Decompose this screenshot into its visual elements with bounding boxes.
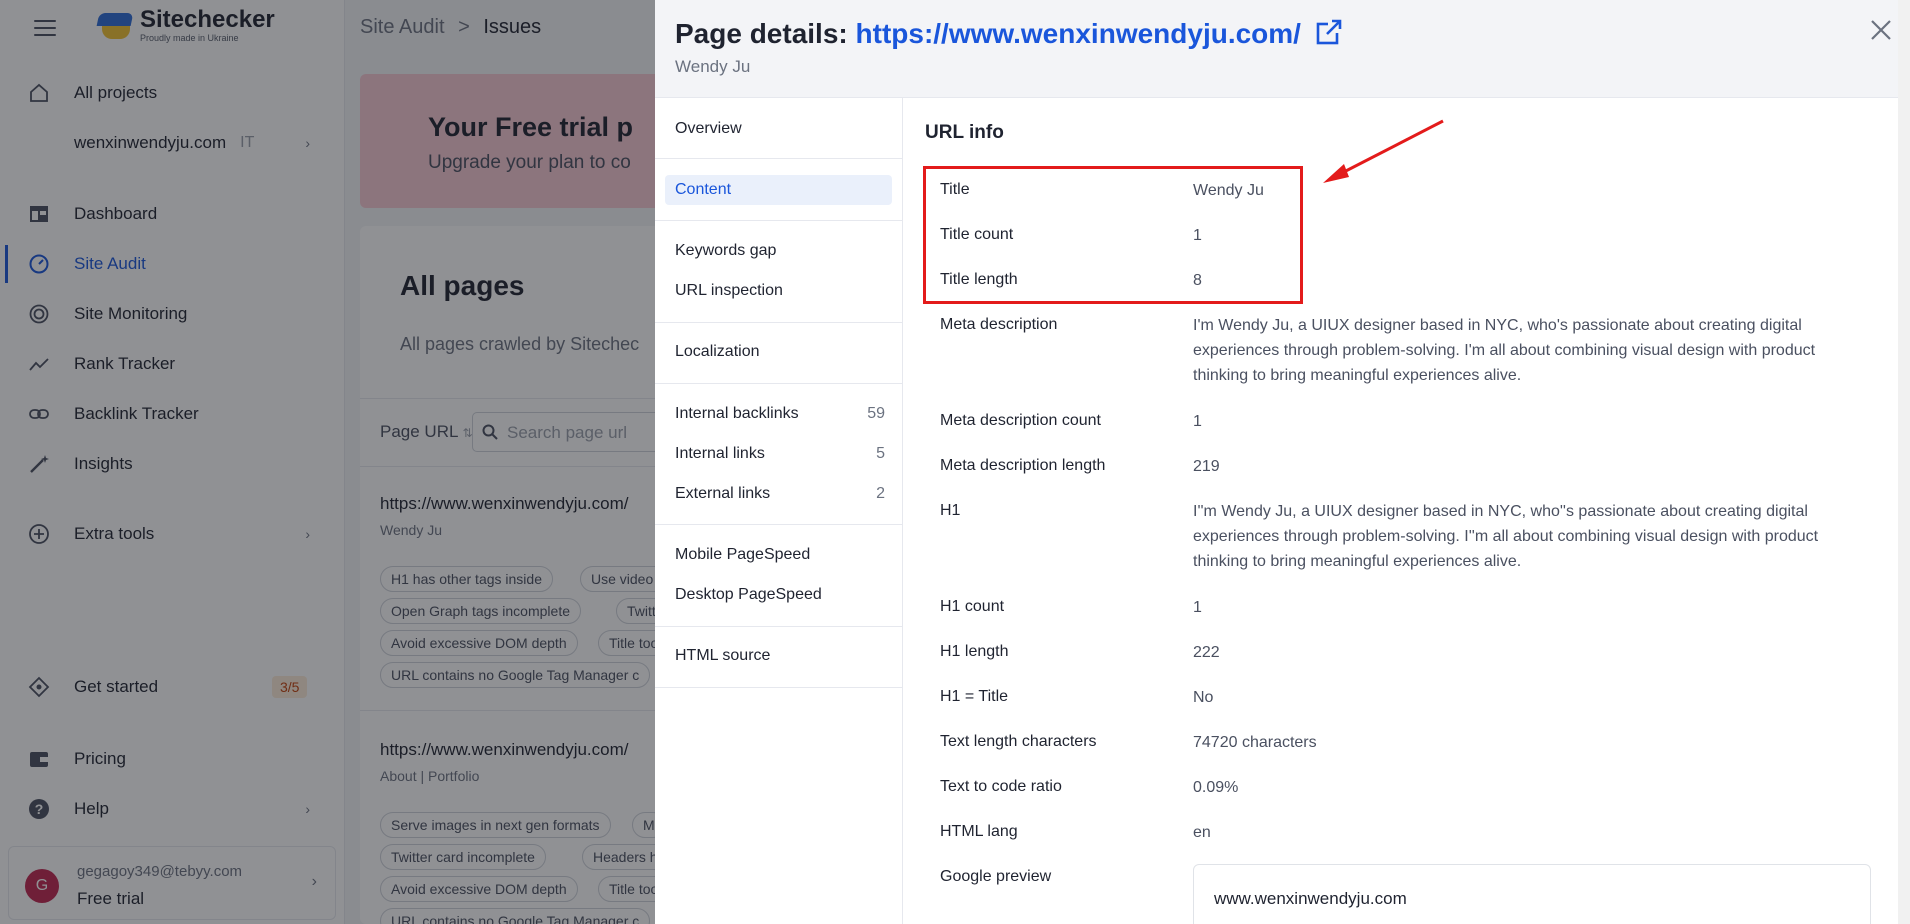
row-value: 74720 characters [1193,734,1317,751]
row-value: 1 [1193,413,1202,430]
divider [655,626,903,627]
drawer-title: Page details: https://www.wenxinwendyju.… [675,18,1343,50]
tab-desktop-pagespeed[interactable]: Desktop PageSpeed [675,586,885,604]
row-label: Title [940,181,970,198]
row-value: No [1193,689,1214,706]
tab-keywords-gap[interactable]: Keywords gap [675,242,885,260]
tab-count: 59 [867,405,885,422]
row-value: 8 [1193,272,1202,289]
tab-internal-backlinks[interactable]: Internal backlinks 59 [675,405,885,423]
divider [655,322,903,323]
divider [655,524,903,525]
row-label: Meta description [940,316,1058,333]
modal-backdrop[interactable] [0,0,655,924]
row-value: 1 [1193,599,1202,616]
row-value: 0.09% [1193,779,1239,796]
drawer-header: Page details: https://www.wenxinwendyju.… [655,0,1910,98]
row-value: I''m Wendy Ju, a UIUX designer based in … [1193,503,1819,570]
tab-html-source[interactable]: HTML source [675,647,885,665]
tab-url-inspection[interactable]: URL inspection [675,282,885,300]
row-label: HTML lang [940,823,1018,840]
tab-count: 2 [876,485,885,502]
divider [655,383,903,384]
row-label: Google preview [940,868,1052,885]
row-value: I'm Wendy Ju, a UIUX designer based in N… [1193,317,1816,384]
row-value: en [1193,824,1211,841]
row-label: Meta description length [940,457,1106,474]
tab-localization[interactable]: Localization [675,343,885,361]
close-button[interactable] [1861,10,1901,50]
row-label: Text length characters [940,733,1097,750]
row-label: Meta description count [940,412,1101,429]
row-value: Wendy Ju [1193,182,1264,199]
tab-content[interactable]: Content [675,181,885,199]
drawer-title-url[interactable]: https://www.wenxinwendyju.com/ [856,18,1301,49]
row-label: Title count [940,226,1014,243]
tab-mobile-pagespeed[interactable]: Mobile PageSpeed [675,546,885,564]
scrollbar[interactable] [1898,0,1910,924]
divider [655,220,903,221]
row-label: Title length [940,271,1018,288]
row-value: 1 [1193,227,1202,244]
google-preview-url: www.wenxinwendyju.com [1214,889,1407,908]
row-label: H1 count [940,598,1005,615]
tab-label: External links [675,485,771,502]
divider [655,158,903,159]
row-label: H1 [940,502,961,519]
row-value: 219 [1193,458,1220,475]
details-tabs: Overview Content Keywords gap URL inspec… [655,98,903,924]
row-label: H1 = Title [940,688,1009,705]
drawer-subtitle: Wendy Ju [675,57,751,76]
url-info-content: URL info Title Wendy Ju Title count 1 Ti… [903,98,1898,924]
drawer-title-prefix: Page details: [675,18,848,49]
google-preview-card: www.wenxinwendyju.com [1193,864,1871,924]
row-label: H1 length [940,643,1009,660]
close-icon [1871,20,1891,40]
tab-overview[interactable]: Overview [675,120,885,138]
tab-label: Internal backlinks [675,405,799,422]
tab-count: 5 [876,445,885,462]
row-label: Text to code ratio [940,778,1062,795]
tab-external-links[interactable]: External links 2 [675,485,885,503]
row-value: 222 [1193,644,1220,661]
page-details-drawer: Page details: https://www.wenxinwendyju.… [655,0,1910,924]
tab-label: Internal links [675,445,765,462]
divider [655,687,903,688]
external-link-icon[interactable] [1315,18,1343,46]
tab-internal-links[interactable]: Internal links 5 [675,445,885,463]
